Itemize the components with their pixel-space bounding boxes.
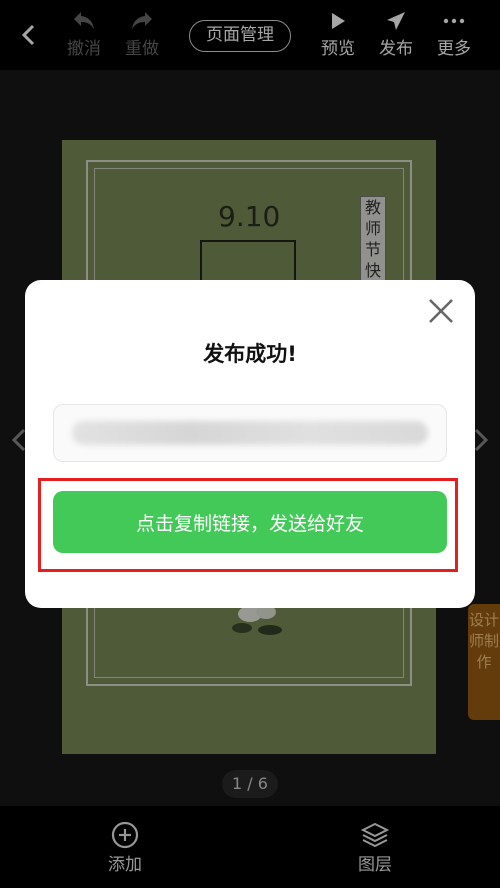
- share-link-field[interactable]: [53, 404, 447, 462]
- dialog-title: 发布成功!: [203, 342, 297, 366]
- close-icon[interactable]: [426, 296, 456, 326]
- copy-link-button[interactable]: 点击复制链接，发送给好友: [53, 491, 447, 553]
- blurred-link-text: [72, 421, 428, 445]
